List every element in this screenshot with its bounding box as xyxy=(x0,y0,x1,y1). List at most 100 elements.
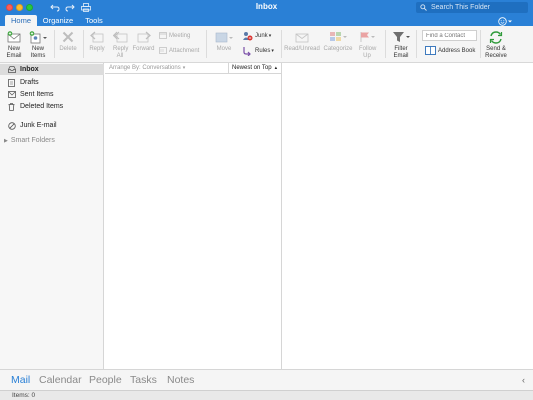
meeting-label: Meeting xyxy=(169,32,191,39)
ribbon-tab-bar: Home Organize Tools xyxy=(0,15,533,26)
close-window-button[interactable] xyxy=(6,4,13,11)
new-items-icon xyxy=(29,30,47,43)
read-unread-label: Read/Unread xyxy=(284,46,320,52)
send-receive-icon xyxy=(489,30,503,44)
disclosure-triangle-icon: ▶ xyxy=(4,137,8,144)
search-input[interactable]: Search This Folder xyxy=(416,2,528,13)
reply-all-button[interactable]: Reply All xyxy=(108,28,132,59)
nav-calendar[interactable]: Calendar xyxy=(39,374,82,386)
categorize-button[interactable]: Categorize xyxy=(322,28,354,53)
folder-label: Junk E-mail xyxy=(20,122,57,129)
new-items-button[interactable]: New Items xyxy=(26,28,50,59)
delete-button[interactable]: Delete xyxy=(57,28,79,53)
folder-label: Drafts xyxy=(20,79,39,86)
delete-icon xyxy=(62,31,74,43)
module-navigation: Mail Calendar People Tasks Notes ‹ xyxy=(0,369,533,390)
message-list: Arrange By: Conversations ▾ Newest on To… xyxy=(105,62,282,369)
reply-icon xyxy=(90,31,104,43)
new-email-icon xyxy=(7,31,21,43)
address-book-label: Address Book xyxy=(438,47,476,54)
status-bar: Items: 0 xyxy=(0,390,533,400)
categorize-icon xyxy=(330,32,347,41)
folder-item-sent-items[interactable]: Sent Items xyxy=(0,89,104,100)
print-icon[interactable] xyxy=(80,2,92,13)
meeting-button[interactable]: Meeting xyxy=(159,32,190,39)
folder-item-inbox[interactable]: Inbox xyxy=(0,64,104,75)
follow-up-label: Follow Up xyxy=(359,46,377,59)
new-email-button[interactable]: New Email xyxy=(3,28,25,59)
items-count: Items: 0 xyxy=(12,392,36,399)
folder-label: Sent Items xyxy=(20,91,54,98)
folder-label: Inbox xyxy=(20,66,39,73)
nav-people[interactable]: People xyxy=(89,374,122,386)
send-receive-button[interactable]: Send & Receive xyxy=(483,28,509,59)
maximize-window-button[interactable] xyxy=(26,4,33,11)
move-button[interactable]: Move xyxy=(211,28,237,53)
new-email-label: New Email xyxy=(6,46,22,59)
delete-label: Delete xyxy=(59,46,77,52)
search-icon xyxy=(420,4,427,11)
reading-pane xyxy=(283,63,533,369)
collapse-chevron-icon[interactable]: ‹ xyxy=(522,375,525,385)
move-label: Move xyxy=(216,46,232,52)
junk-button[interactable]: Junk ▾ xyxy=(242,31,271,41)
filter-email-button[interactable]: Filter Email xyxy=(389,28,413,59)
minimize-window-button[interactable] xyxy=(16,4,23,11)
sort-order-label: Newest on Top xyxy=(232,65,272,71)
junk-icon xyxy=(8,121,16,130)
inbox-icon xyxy=(8,66,16,73)
sort-order-button[interactable]: Newest on Top ▴ xyxy=(228,62,282,74)
arrange-by-label: Arrange By: Conversations xyxy=(109,65,181,71)
junk-icon xyxy=(243,32,253,41)
folder-item-deleted-items[interactable]: Deleted Items xyxy=(0,101,104,112)
undo-icon[interactable] xyxy=(49,2,61,13)
smart-folders-group[interactable]: ▶ Smart Folders xyxy=(4,137,55,144)
attachment-button[interactable]: Attachment xyxy=(159,47,199,54)
chevron-down-icon: ▾ xyxy=(182,65,186,71)
reply-all-icon xyxy=(112,31,127,43)
categorize-label: Categorize xyxy=(323,46,353,52)
folder-label: Deleted Items xyxy=(20,103,64,110)
drafts-icon xyxy=(8,78,15,87)
title-bar: Inbox Search This Folder xyxy=(0,0,533,15)
tab-home[interactable]: Home xyxy=(5,15,37,26)
arrange-by-button[interactable]: Arrange By: Conversations ▾ xyxy=(105,65,228,71)
folder-pane: Inbox Drafts Sent Items Deleted Items Ju… xyxy=(0,63,104,369)
reply-all-label: Reply All xyxy=(113,46,129,59)
folder-item-drafts[interactable]: Drafts xyxy=(0,77,104,88)
follow-up-button[interactable]: Follow Up xyxy=(356,28,378,59)
nav-tasks[interactable]: Tasks xyxy=(130,374,157,386)
send-receive-label: Send & Receive xyxy=(485,46,507,59)
filter-email-label: Filter Email xyxy=(393,46,409,59)
reply-label: Reply xyxy=(89,46,105,52)
read-unread-icon xyxy=(295,33,309,42)
feedback-smiley-icon[interactable] xyxy=(498,16,516,26)
folder-item-junk-email[interactable]: Junk E-mail xyxy=(0,120,104,131)
search-placeholder: Search This Folder xyxy=(431,4,491,11)
rules-button[interactable]: Rules ▾ xyxy=(242,46,274,56)
address-book-button[interactable]: Address Book xyxy=(425,46,475,55)
meeting-icon xyxy=(159,32,167,39)
rules-label: Rules xyxy=(255,48,271,54)
nav-mail[interactable]: Mail xyxy=(11,374,30,386)
filter-icon xyxy=(393,32,410,42)
message-list-header: Arrange By: Conversations ▾ Newest on To… xyxy=(105,62,282,74)
nav-notes[interactable]: Notes xyxy=(167,374,194,386)
redo-icon[interactable] xyxy=(64,2,76,13)
address-book-icon xyxy=(425,46,436,55)
read-unread-button[interactable]: Read/Unread xyxy=(284,28,320,53)
tab-tools[interactable]: Tools xyxy=(80,15,108,26)
tab-organize[interactable]: Organize xyxy=(40,15,76,26)
forward-button[interactable]: Forward xyxy=(131,28,156,53)
junk-label: Junk xyxy=(255,33,268,39)
flag-icon xyxy=(360,32,375,42)
find-contact-input[interactable] xyxy=(422,30,477,41)
sent-items-icon xyxy=(8,91,16,98)
move-icon xyxy=(215,32,233,43)
forward-label: Forward xyxy=(132,46,155,52)
reply-button[interactable]: Reply xyxy=(86,28,108,53)
smart-folders-label: Smart Folders xyxy=(10,137,55,144)
trash-icon xyxy=(8,102,15,111)
new-items-label: New Items xyxy=(30,46,46,59)
attachment-icon xyxy=(159,47,167,54)
